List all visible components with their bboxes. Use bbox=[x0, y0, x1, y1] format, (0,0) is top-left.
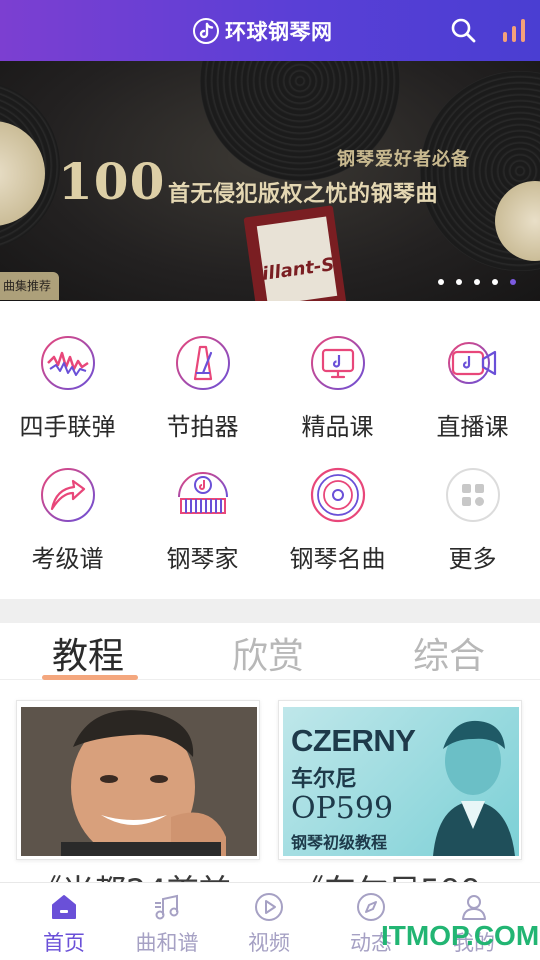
carousel-dots[interactable] bbox=[438, 279, 528, 285]
user-icon bbox=[462, 895, 486, 920]
banner-subtitle: 钢琴爱好者必备 bbox=[337, 149, 470, 170]
grid-item-more[interactable]: 更多 bbox=[405, 301, 540, 573]
banner-title: 首无侵犯版权之忧的钢琴曲 bbox=[168, 182, 439, 207]
pianist-keyboard-icon bbox=[178, 472, 228, 514]
top-header: 环球钢琴网 bbox=[0, 0, 540, 61]
grid-label: 钢琴家 bbox=[166, 545, 239, 573]
grid-label: 更多 bbox=[448, 545, 497, 573]
play-circle-icon bbox=[255, 893, 283, 921]
pianist-portrait-image bbox=[21, 707, 257, 856]
compass-icon bbox=[357, 893, 385, 921]
content-tabs: 教程 欣赏 综合 bbox=[0, 623, 540, 680]
nav-home[interactable]: 首页 bbox=[10, 883, 118, 960]
grid-label: 钢琴名曲 bbox=[289, 545, 386, 573]
carousel-dot[interactable] bbox=[438, 279, 444, 285]
app-logo[interactable]: 环球钢琴网 bbox=[193, 16, 333, 46]
app-title: 环球钢琴网 bbox=[225, 20, 333, 44]
grid-item-pianist[interactable]: 钢琴家 bbox=[135, 301, 270, 573]
nav-label: 曲和谱 bbox=[135, 931, 199, 955]
grid-label: 考级谱 bbox=[31, 545, 104, 573]
section-divider bbox=[0, 599, 540, 623]
app-screen: 环球钢琴网 illant-S 钢琴爱好者必备 100 首无侵犯版权之忧的钢琴曲 … bbox=[0, 0, 540, 960]
course-card[interactable]: CZERNY 车尔尼 OP599 钢琴初级教程 bbox=[278, 700, 522, 860]
course-card[interactable] bbox=[16, 700, 260, 860]
more-grid-icon bbox=[446, 468, 500, 522]
nav-video[interactable]: 视频 bbox=[215, 883, 323, 960]
banner-number: 100 bbox=[58, 152, 166, 211]
carousel-dot[interactable] bbox=[456, 279, 462, 285]
cover-subtitle: 钢琴初级教程 bbox=[291, 833, 388, 852]
tab-indicator bbox=[42, 675, 138, 680]
promo-banner[interactable]: illant-S 钢琴爱好者必备 100 首无侵犯版权之忧的钢琴曲 曲集推荐 bbox=[0, 61, 540, 301]
cover-cn-name: 车尔尼 bbox=[291, 767, 358, 792]
nav-label: 视频 bbox=[248, 931, 290, 955]
tab-general[interactable]: 综合 bbox=[413, 627, 485, 679]
cover-opus: OP599 bbox=[291, 791, 394, 826]
tab-appreciation[interactable]: 欣赏 bbox=[232, 627, 304, 679]
vinyl-record-icon bbox=[310, 467, 366, 523]
banner-tag: 曲集推荐 bbox=[0, 272, 60, 300]
czerny-portrait bbox=[433, 720, 515, 856]
signal-bars-icon[interactable] bbox=[500, 16, 528, 44]
czerny-cover-image: CZERNY 车尔尼 OP599 钢琴初级教程 bbox=[283, 707, 519, 856]
nav-label: 首页 bbox=[43, 931, 85, 955]
search-icon[interactable] bbox=[450, 17, 476, 43]
music-score-icon bbox=[155, 894, 179, 920]
carousel-dot[interactable] bbox=[492, 279, 498, 285]
grade-arrow-icon bbox=[41, 468, 95, 522]
cover-name: CZERNY bbox=[291, 723, 416, 758]
tab-tutorial[interactable]: 教程 bbox=[52, 627, 124, 679]
nav-music-score[interactable]: 曲和谱 bbox=[113, 883, 221, 960]
grid-item-grade-score[interactable]: 考级谱 bbox=[0, 301, 135, 573]
feature-grid: 四手联弹 节拍器 精品课 直播课 考级谱 钢琴家 钢琴名曲 更多 bbox=[0, 301, 540, 599]
tiktok-note-logo-icon bbox=[193, 18, 219, 44]
grid-item-famous-pieces[interactable]: 钢琴名曲 bbox=[270, 301, 405, 573]
carousel-dot[interactable] bbox=[474, 279, 480, 285]
watermark-text: ITMOP.COM bbox=[381, 920, 540, 951]
carousel-dot-active[interactable] bbox=[510, 279, 516, 285]
home-icon bbox=[52, 895, 76, 919]
